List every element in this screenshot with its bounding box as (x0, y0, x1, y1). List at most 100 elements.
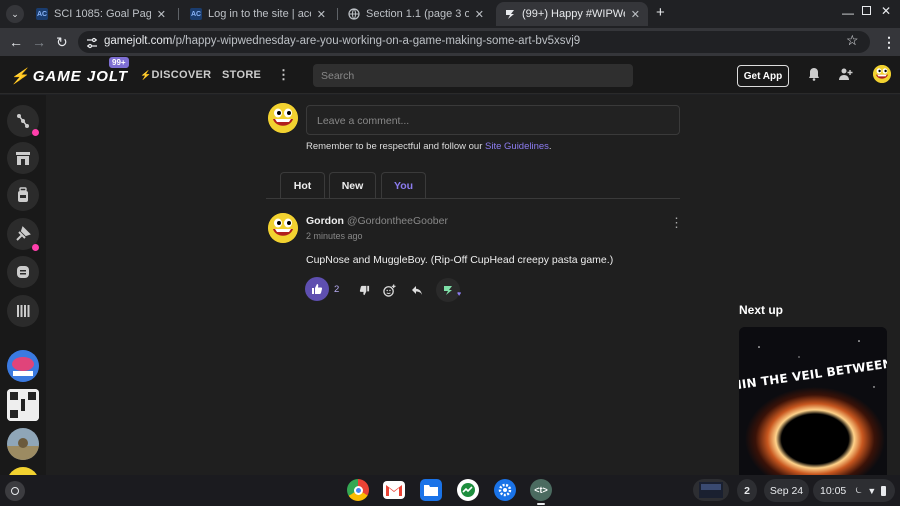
browser-tab-2[interactable]: AC Log in to the site | aceconnect ✕ (182, 2, 334, 26)
notification-counter[interactable]: 2 (737, 479, 757, 502)
current-user-avatar (268, 103, 298, 133)
inventory-button[interactable] (7, 179, 39, 211)
bookmark-star-icon[interactable]: ☆ (846, 32, 859, 49)
user-avatar[interactable] (873, 65, 891, 83)
close-tab-icon[interactable]: ✕ (475, 8, 484, 21)
date-tray[interactable]: Sep 24 (764, 479, 809, 502)
like-count[interactable]: 2 (334, 284, 339, 295)
bolt-icon: ⚡ (140, 70, 152, 80)
gamejolt-logo[interactable]: ⚡ GAME JOLT (10, 67, 128, 85)
comment-input[interactable]: Leave a comment... (306, 105, 680, 135)
comment-body: CupNose and MuggleBoy. (Rip-Off CupHead … (306, 254, 614, 266)
tab-divider (178, 8, 179, 20)
launcher-icon (11, 487, 19, 495)
close-tab-icon[interactable]: ✕ (317, 8, 326, 21)
community-avatar-3[interactable] (7, 428, 39, 460)
store-icon (16, 152, 30, 165)
tab-new[interactable]: New (329, 172, 376, 198)
reload-icon[interactable]: ↻ (56, 34, 68, 50)
ace-icon: AC (36, 8, 48, 20)
browser-toolbar: ← → ↻ gamejolt.com/p/happy-wipwednesday-… (0, 28, 900, 56)
community-avatar-1[interactable] (7, 350, 39, 382)
thumbs-down-icon (359, 285, 369, 295)
ace-icon: AC (190, 8, 202, 20)
holding-space-thumbnail[interactable] (693, 479, 729, 501)
site-info-icon[interactable] (86, 36, 98, 49)
more-menu-icon[interactable]: ⋮ (277, 67, 290, 83)
launcher-button[interactable] (5, 481, 25, 501)
browser-tab-4[interactable]: (99+) Happy #WIPWednesday ✕ (496, 2, 648, 26)
tab-underline (266, 198, 680, 199)
chat-button[interactable] (7, 256, 39, 288)
activity-icon (17, 114, 29, 128)
site-guidelines-link[interactable]: Site Guidelines (485, 141, 549, 152)
store-link[interactable]: STORE (222, 69, 261, 81)
dislike-button[interactable] (357, 281, 371, 299)
next-up-heading: Next up (739, 303, 784, 317)
commenter-avatar[interactable] (268, 213, 298, 243)
search-input[interactable]: Search (313, 64, 633, 87)
reply-icon (412, 285, 422, 295)
gamejolt-icon (504, 8, 516, 20)
react-button[interactable] (382, 281, 396, 299)
friends-icon[interactable] (839, 67, 853, 86)
browser-menu-icon[interactable]: ⋮ (882, 34, 896, 50)
library-button[interactable] (7, 295, 39, 327)
browser-tab-strip: ⌄ AC SCI 1085: Goal Page | aceconn ✕ AC … (0, 0, 900, 28)
new-tab-button[interactable]: + (656, 5, 665, 21)
tab-divider (337, 8, 338, 20)
os-shelf: <t> 2 Sep 24 10:05 ⏾ ▼ (0, 475, 900, 506)
terminal-app-icon[interactable]: <t> (530, 479, 552, 501)
gamejolt-charge-icon (444, 286, 452, 295)
charge-button[interactable] (436, 278, 460, 302)
minimize-icon[interactable]: — (842, 6, 854, 20)
commenter-name[interactable]: Gordon @GordontheeGoober (306, 215, 448, 227)
browser-tab-3[interactable]: Section 1.1 (page 3 of 3) | acec ✕ (340, 2, 492, 26)
wifi-icon: ▼ (867, 485, 877, 496)
chat-icon (17, 266, 29, 278)
guidelines-note: Remember to be respectful and follow our… (306, 141, 552, 152)
tab-hot[interactable]: Hot (280, 172, 325, 198)
do-not-disturb-icon: ⏾ (855, 485, 863, 495)
globe-icon (348, 8, 360, 20)
store-button[interactable] (7, 142, 39, 174)
notification-badge: 99+ (109, 57, 129, 68)
files-app-icon[interactable] (420, 479, 442, 501)
browser-tab-1[interactable]: AC SCI 1085: Goal Page | aceconn ✕ (28, 2, 174, 26)
status-tray[interactable]: 10:05 ⏾ ▼ (813, 479, 895, 502)
address-bar[interactable]: gamejolt.com/p/happy-wipwednesday-are-yo… (78, 31, 870, 53)
quest-icon (16, 226, 31, 241)
heart-icon: ♥ (457, 291, 462, 298)
left-rail (0, 95, 46, 499)
community-avatar-2[interactable] (7, 389, 39, 421)
thumbs-up-icon (312, 284, 323, 294)
bell-icon[interactable] (808, 67, 820, 86)
tab-search-button[interactable]: ⌄ (6, 5, 24, 23)
maximize-icon[interactable] (862, 6, 871, 15)
gamejolt-topnav: ⚡ GAME JOLT 99+ ⚡DISCOVER STORE ⋮ Search … (0, 56, 900, 94)
tab-you[interactable]: You (381, 172, 426, 198)
get-app-button[interactable]: Get App (737, 65, 789, 87)
settings-app-icon[interactable] (494, 479, 516, 501)
like-button[interactable] (305, 277, 329, 301)
notification-dot (32, 129, 39, 136)
url-text: gamejolt.com/p/happy-wipwednesday-are-yo… (104, 35, 581, 47)
comment-options-icon[interactable]: ⋮ (670, 215, 683, 231)
add-reaction-icon (382, 283, 396, 297)
battery-icon (881, 485, 887, 496)
back-icon[interactable]: ← (9, 34, 23, 50)
close-tab-icon[interactable]: ✕ (157, 8, 166, 21)
discover-link[interactable]: ⚡DISCOVER (140, 69, 211, 81)
gmail-app-icon[interactable] (383, 481, 405, 499)
chrome-app-icon[interactable] (347, 479, 369, 501)
active-app-indicator (537, 503, 545, 505)
close-window-icon[interactable]: ✕ (881, 4, 891, 18)
reply-button[interactable] (410, 281, 424, 299)
forward-icon[interactable]: → (32, 34, 46, 50)
backpack-icon (18, 187, 28, 202)
black-hole-image (739, 327, 887, 475)
messages-app-icon[interactable] (457, 479, 479, 501)
comment-time[interactable]: 2 minutes ago (306, 231, 363, 241)
close-tab-icon[interactable]: ✕ (631, 8, 640, 21)
next-up-thumbnail[interactable]: HIN THE VEIL BETWEEN WORLDS. (739, 327, 887, 475)
